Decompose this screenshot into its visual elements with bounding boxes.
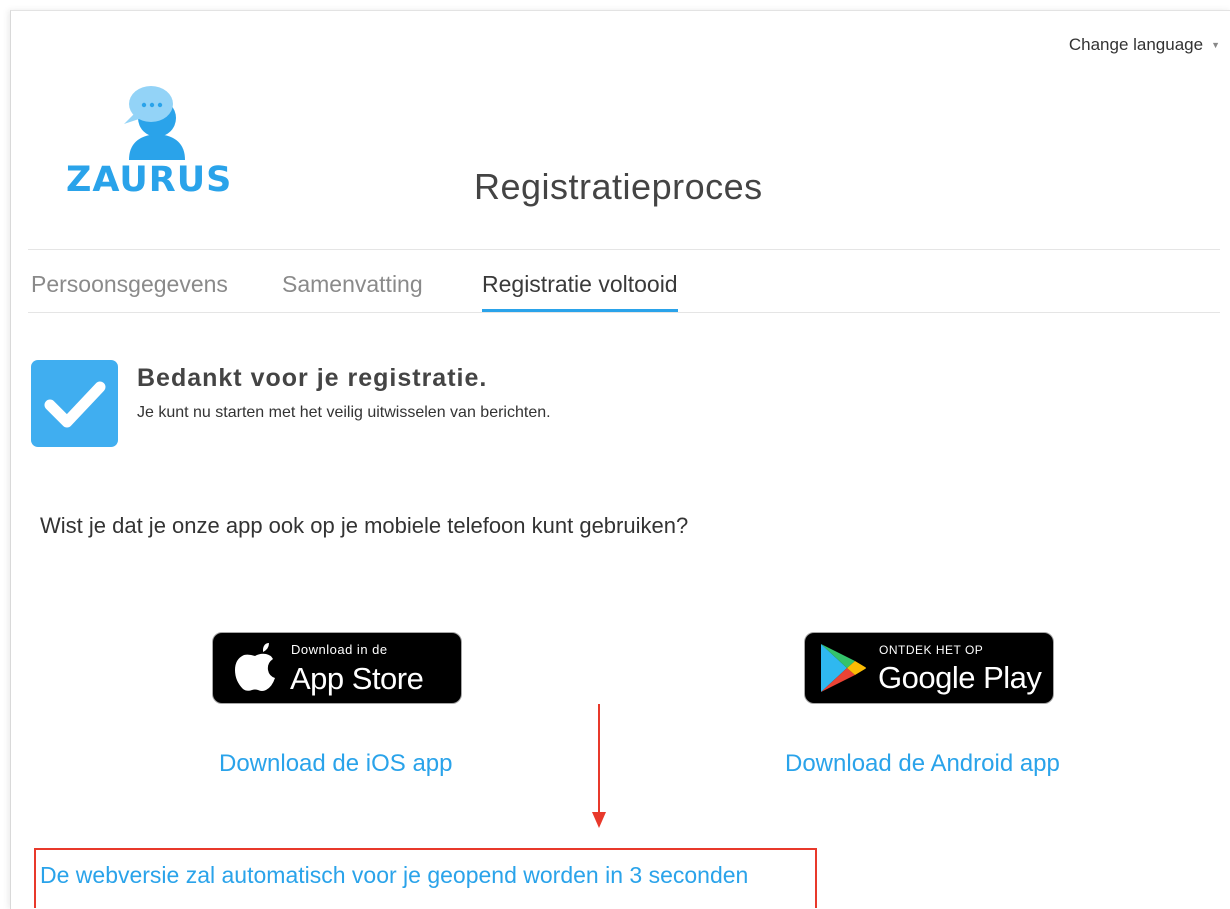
apple-icon (235, 643, 275, 691)
brand-name: ZAURUS (66, 160, 233, 200)
annotation-arrow (598, 704, 600, 812)
app-store-badge[interactable]: Download in de App Store (212, 632, 462, 704)
download-ios-link[interactable]: Download de iOS app (219, 750, 452, 778)
chevron-down-icon: ▼ (1211, 40, 1220, 50)
confirmation-title: Bedankt voor je registratie. (137, 364, 488, 392)
change-language-dropdown[interactable]: Change language ▼ (1069, 35, 1220, 55)
google-play-badge[interactable]: ONTDEK HET OP Google Play (804, 632, 1054, 704)
progress-tabs: Persoonsgegevens Samenvatting Registrati… (28, 249, 1220, 313)
page-title: Registratieproces (474, 166, 763, 207)
download-android-link[interactable]: Download de Android app (785, 750, 1060, 778)
app-store-badge-small-text: Download in de (291, 642, 388, 657)
google-play-icon (821, 644, 866, 692)
tab-samenvatting[interactable]: Samenvatting (282, 250, 423, 310)
tab-persoonsgegevens[interactable]: Persoonsgegevens (31, 250, 228, 310)
success-check-badge (31, 360, 118, 447)
app-promo-question: Wist je dat je onze app ook op je mobiel… (40, 513, 689, 538)
google-play-badge-big-text: Google Play (878, 660, 1042, 695)
checkmark-icon (44, 381, 106, 428)
change-language-label: Change language (1068, 35, 1204, 54)
zaurus-logo-icon (124, 86, 185, 160)
arrow-down-icon (592, 812, 606, 828)
redirect-notice-link[interactable]: De webversie zal automatisch voor je geo… (40, 862, 748, 889)
confirmation-subtitle: Je kunt nu starten met het veilig uitwis… (137, 404, 551, 421)
zaurus-logo: ZAURUS (66, 84, 248, 202)
tab-registratie-voltooid[interactable]: Registratie voltooid (482, 250, 678, 312)
google-play-badge-small-text: ONTDEK HET OP (879, 643, 984, 657)
app-store-badge-big-text: App Store (290, 661, 424, 696)
